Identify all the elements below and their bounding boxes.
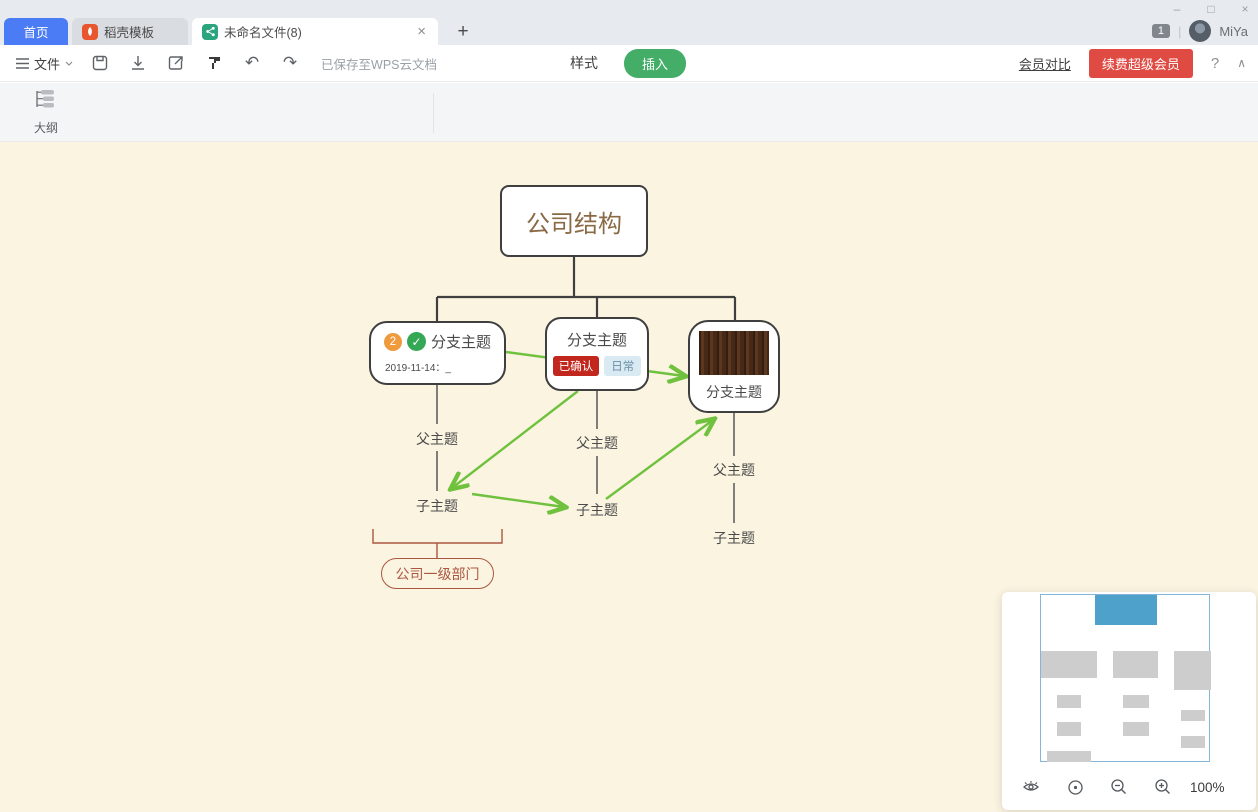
close-button[interactable]: × xyxy=(1238,2,1252,16)
tab-insert[interactable]: 插入 xyxy=(624,49,686,78)
share-export-button[interactable] xyxy=(159,49,193,77)
tab-home-label: 首页 xyxy=(23,22,48,41)
branch-topic-1-node[interactable]: 2 ✓ 分支主题 2019-11-14：_ xyxy=(369,321,506,385)
title-bar: 首页 稻壳模板 未命名文件(8) × + – □ × 1 | xyxy=(0,0,1258,45)
undo-button[interactable]: ↶ xyxy=(235,49,269,77)
tab-style[interactable]: 样式 xyxy=(570,53,598,73)
zoom-in-icon[interactable] xyxy=(1148,774,1178,800)
window-controls: – □ × xyxy=(1170,2,1252,16)
maximize-button[interactable]: □ xyxy=(1204,2,1218,16)
branch-topic-2-node[interactable]: 分支主题 已确认 日常 xyxy=(545,317,649,391)
user-area: 1 | MiYa xyxy=(1152,20,1248,42)
parent-topic-2-node[interactable]: 父主题 xyxy=(565,433,629,453)
ribbon-divider xyxy=(433,93,434,133)
branch-topic-3-label: 分支主题 xyxy=(690,382,778,402)
format-painter-button[interactable] xyxy=(197,49,231,77)
quick-toolbar: 文件 ↶ ↷ 已保存至WPS云文档 样式 插入 会员对比 续 xyxy=(0,45,1258,82)
tab-close-icon[interactable]: × xyxy=(415,23,428,40)
renew-member-button[interactable]: 续费超级会员 xyxy=(1089,49,1193,78)
tab-docer[interactable]: 稻壳模板 xyxy=(72,18,188,45)
minimap-block xyxy=(1047,751,1091,762)
minimap-block xyxy=(1181,710,1205,721)
minimap-root-block xyxy=(1095,595,1157,625)
minimap-block xyxy=(1041,651,1097,678)
ribbon: 大纲 插入子主题 插入同级主题 插入父主题 关联 } 概要 xyxy=(0,83,1258,142)
zoom-level-label: 100% xyxy=(1190,780,1225,795)
minimap-block xyxy=(1123,695,1149,708)
zoom-out-icon[interactable] xyxy=(1104,774,1134,800)
minimize-button[interactable]: – xyxy=(1170,2,1184,16)
message-count-badge[interactable]: 1 xyxy=(1152,24,1170,38)
center-view-icon[interactable] xyxy=(1060,774,1090,800)
docer-leaf-icon xyxy=(82,24,98,40)
collapse-ribbon-icon[interactable]: ∧ xyxy=(1237,56,1246,70)
child-topic-1-node[interactable]: 子主题 xyxy=(405,496,469,516)
minimap-block xyxy=(1057,722,1081,736)
overview-eye-icon[interactable] xyxy=(1016,774,1046,800)
download-button[interactable] xyxy=(121,49,155,77)
minimap-block xyxy=(1181,736,1205,748)
save-status-label: 已保存至WPS云文档 xyxy=(321,54,437,73)
avatar[interactable] xyxy=(1189,20,1211,42)
summary-topic-label: 公司一级部门 xyxy=(396,564,480,584)
summary-topic-node[interactable]: 公司一级部门 xyxy=(381,558,494,589)
priority-2-badge: 2 xyxy=(384,333,402,351)
branch-topic-3-node[interactable]: 分支主题 xyxy=(688,320,780,413)
minimap-block xyxy=(1113,651,1158,678)
save-button[interactable] xyxy=(83,49,117,77)
wps-mindmap-window: 首页 稻壳模板 未命名文件(8) × + – □ × 1 | xyxy=(0,0,1258,812)
minimap-block xyxy=(1057,695,1081,708)
minimap-panel: 100% xyxy=(1002,592,1256,810)
branch-topic-1-label: 分支主题 xyxy=(431,331,491,352)
daily-tag: 日常 xyxy=(604,356,641,376)
parent-topic-3-node[interactable]: 父主题 xyxy=(702,460,766,480)
hamburger-icon xyxy=(16,58,29,69)
wood-texture-image xyxy=(699,331,769,375)
tab-home[interactable]: 首页 xyxy=(4,18,68,45)
minimap-controls: 100% xyxy=(1002,772,1256,802)
outline-label: 大纲 xyxy=(22,119,70,136)
outline-icon xyxy=(35,89,57,109)
member-compare-link[interactable]: 会员对比 xyxy=(1019,54,1071,73)
minimap-block xyxy=(1174,651,1211,690)
done-check-badge: ✓ xyxy=(407,332,426,351)
tab-document[interactable]: 未命名文件(8) × xyxy=(192,18,438,45)
mindmap-doc-icon xyxy=(202,24,218,40)
parent-topic-1-node[interactable]: 父主题 xyxy=(405,429,469,449)
tab-document-label: 未命名文件(8) xyxy=(224,22,302,41)
confirmed-tag: 已确认 xyxy=(553,356,600,376)
username-label: MiYa xyxy=(1219,24,1248,39)
undo-icon: ↶ xyxy=(245,53,259,73)
new-tab-button[interactable]: + xyxy=(452,21,474,43)
file-menu[interactable]: 文件 xyxy=(10,54,79,73)
redo-button[interactable]: ↷ xyxy=(273,49,307,77)
minimap-block xyxy=(1123,722,1149,736)
chevron-down-icon xyxy=(65,61,73,66)
outline-button[interactable]: 大纲 xyxy=(22,89,70,136)
root-topic-node[interactable]: 公司结构 xyxy=(500,185,648,257)
root-topic-label: 公司结构 xyxy=(526,204,622,239)
branch-topic-2-label: 分支主题 xyxy=(547,329,647,350)
child-topic-3-node[interactable]: 子主题 xyxy=(702,528,766,548)
redo-icon: ↷ xyxy=(283,53,297,73)
divider: | xyxy=(1178,24,1181,39)
tab-docer-label: 稻壳模板 xyxy=(104,22,154,41)
help-icon[interactable]: ? xyxy=(1211,55,1219,72)
branch-topic-1-date: 2019-11-14：_ xyxy=(385,359,504,374)
file-menu-label: 文件 xyxy=(34,54,60,73)
child-topic-2-node[interactable]: 子主题 xyxy=(565,500,629,520)
